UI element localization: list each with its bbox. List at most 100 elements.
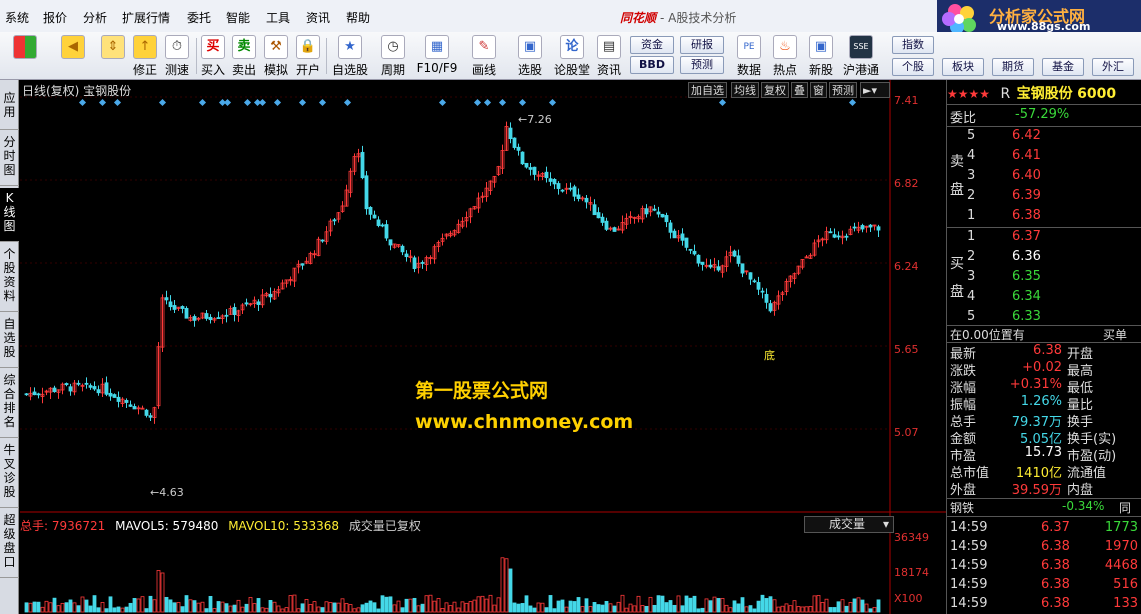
toolbar-button-f10[interactable]: ▦ F10/F9 (416, 35, 458, 77)
ma-tab[interactable]: 均线 (731, 82, 759, 98)
volume-bar (620, 594, 625, 613)
volume-bar (828, 607, 833, 613)
menu-news[interactable]: 资讯 (306, 9, 330, 26)
volume-bar (456, 607, 461, 613)
volume-bar (808, 605, 813, 613)
nav-stock-info[interactable]: 个股资料 (0, 244, 19, 312)
chart-menu-button[interactable]: ►▾ (860, 82, 890, 98)
bbd-button[interactable]: BBD (630, 56, 674, 74)
candle-body (528, 167, 533, 170)
volume-bar (740, 597, 745, 613)
menu-system[interactable]: 系统 (5, 9, 29, 26)
nav-kline[interactable]: K线图 (0, 188, 19, 242)
volume-bar (528, 605, 533, 613)
toolbar-label: 沪港通 (842, 63, 879, 77)
watermark-title: 第一股票公式网 (415, 380, 549, 402)
nav-timeshare[interactable]: 分时图 (0, 132, 19, 186)
add-watchlist-tab[interactable]: 加自选 (688, 82, 727, 98)
volume-bar (204, 608, 209, 613)
capital-button[interactable]: 资金 (630, 36, 674, 54)
layout-button[interactable] (10, 35, 40, 77)
volume-bar (668, 600, 673, 613)
volume-bar (560, 599, 565, 613)
menu-help[interactable]: 帮助 (346, 9, 370, 26)
forecast-tab[interactable]: 预测 (829, 82, 857, 98)
divider (947, 126, 1141, 127)
candle-body (116, 396, 121, 402)
volume-bar (544, 607, 549, 613)
toolbar-button-period[interactable]: ◷ 周期 (376, 35, 410, 77)
toolbar-button-speed[interactable]: ⏱ 测速 (162, 35, 192, 77)
volume-bar (784, 603, 789, 613)
toolbar-button-simulate[interactable]: ⚒ 模拟 (262, 35, 290, 77)
volume-bar (392, 604, 397, 613)
window-tab[interactable]: 窗 (810, 82, 827, 98)
pencil-icon: ✎ (472, 35, 496, 59)
volume-bar (372, 602, 377, 613)
toolbar-button-forum[interactable]: 论 论股堂 (554, 35, 590, 77)
nav-ranking[interactable]: 综合排名 (0, 370, 19, 438)
toolbar-button-sell[interactable]: 卖 卖出 (230, 35, 258, 77)
page-up-down[interactable]: ⇕ (100, 35, 126, 77)
volume-bar (728, 607, 733, 613)
toolbar-button-correct[interactable]: ↑ 修正 (130, 35, 160, 77)
adjust-tab[interactable]: 复权 (761, 82, 789, 98)
volume-bar (704, 598, 709, 613)
volume-bar (260, 607, 265, 613)
flower-logo-icon (942, 4, 976, 32)
nav-super-board[interactable]: 超级盘口 (0, 510, 19, 578)
volume-bar (184, 595, 189, 613)
total-volume: 总手: 7936721 (20, 519, 106, 533)
nav-watchlist[interactable]: 自选股 (0, 314, 19, 368)
research-button[interactable]: 研报 (680, 36, 724, 54)
volume-bar (340, 598, 345, 613)
app-brand: 同花顺 (620, 11, 657, 25)
candle-body (568, 187, 573, 190)
volume-bar (352, 608, 357, 613)
menu-analysis[interactable]: 分析 (83, 9, 107, 26)
candle-body (764, 293, 769, 303)
menu-quote[interactable]: 报价 (43, 9, 67, 26)
toolbar-button-draw[interactable]: ✎ 画线 (466, 35, 502, 77)
menu-trade[interactable]: 委托 (187, 9, 211, 26)
menu-tools[interactable]: 工具 (266, 9, 290, 26)
order-row: 2 6.36 (967, 249, 1041, 264)
futures-button[interactable]: 期货 (992, 58, 1034, 76)
volume-bar (396, 600, 401, 613)
toolbar-button-open-account[interactable]: 🔒 开户 (294, 35, 322, 77)
toolbar-button-stock-screen[interactable]: ▣ 选股 (512, 35, 548, 77)
volume-bar (264, 607, 269, 613)
overlay-tab[interactable]: 叠 (791, 82, 808, 98)
nav-apps[interactable]: 应用 (0, 88, 19, 130)
nav-diagnosis[interactable]: 牛叉诊股 (0, 440, 19, 508)
kline-chart[interactable]: 日线(复权) 宝钢股份 加自选 均线 复权 叠 窗 预测 ►▾ 7.41 6.8… (20, 80, 946, 614)
volume-bar (800, 606, 805, 613)
indicator-select[interactable]: 成交量 ▾ (804, 516, 894, 533)
sector-button[interactable]: 板块 (942, 58, 984, 76)
volume-bar (460, 601, 465, 613)
toolbar-button-watchlist[interactable]: ★ 自选股 (330, 35, 370, 77)
signal-diamond-icon (78, 98, 87, 107)
toolbar-button-hk-connect[interactable]: SSE 沪港通 (840, 35, 882, 77)
menu-smart[interactable]: 智能 (226, 9, 250, 26)
toolbar-button-buy[interactable]: 买 买入 (199, 35, 227, 77)
back-button[interactable]: ◀ (58, 35, 88, 77)
toolbar-button-hot[interactable]: ♨ 热点 (770, 35, 800, 77)
volume-bar (132, 598, 137, 613)
volume-bar (840, 599, 845, 613)
toolbar-button-data[interactable]: PE 数据 (734, 35, 764, 77)
fund-button[interactable]: 基金 (1042, 58, 1084, 76)
toolbar-button-news[interactable]: ▤ 资讯 (594, 35, 624, 77)
candle-body (700, 261, 705, 265)
forex-button[interactable]: 外汇 (1092, 58, 1134, 76)
order-row: 5 6.42 (967, 128, 1041, 143)
volume-axis-label: X100 (894, 592, 923, 605)
star-icon: ★ (338, 35, 362, 59)
index-button[interactable]: 指数 (892, 36, 934, 54)
menu-ext-market[interactable]: 扩展行情 (122, 9, 170, 26)
toolbar-button-ipo[interactable]: ▣ 新股 (806, 35, 836, 77)
candle-body (596, 212, 601, 219)
candle-body (320, 239, 325, 242)
stock-button[interactable]: 个股 (892, 58, 934, 76)
forecast-button[interactable]: 预测 (680, 56, 724, 74)
